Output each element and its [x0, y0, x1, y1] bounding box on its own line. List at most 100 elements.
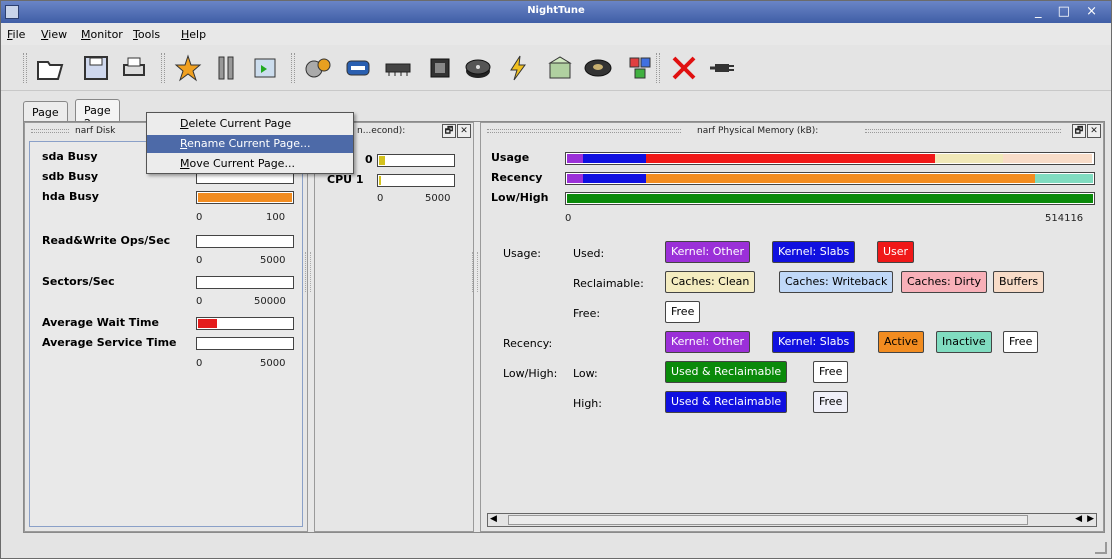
scroll-left-icon[interactable]: ◀ — [1075, 514, 1082, 524]
memory-pane-buttons: 🗗 ✕ — [1071, 124, 1101, 138]
window-title: NightTune — [527, 5, 585, 16]
cpu-pane-buttons: 🗗 ✕ — [441, 124, 471, 138]
cpu-pane: n...econd): 🗗 ✕ 0 CPU 1 0 5000 — [314, 122, 474, 532]
cpu-label: CPU 1 — [327, 173, 364, 186]
menu-tools[interactable]: Tools — [133, 28, 160, 41]
cpu-pane-title: n...econd): — [357, 126, 406, 136]
cpu-pane-body: 0 CPU 1 0 5000 — [315, 141, 473, 531]
memory-pane: narf Physical Memory (kB): 🗗 ✕ Usage Recen… — [480, 122, 1104, 532]
menu-item-move-page[interactable]: Move Current Page... — [147, 155, 353, 173]
splitter-handle[interactable] — [472, 252, 478, 292]
menu-item-delete-page[interactable]: Delete Current Page — [147, 115, 353, 133]
legend-low-label: Low: — [573, 367, 598, 380]
memory-segment — [583, 154, 646, 163]
menu-view[interactable]: View — [41, 28, 67, 41]
page-content: narf Disk sda Busy sdb Busy hda Busy 0 100 Re… — [23, 121, 1105, 533]
open-folder-icon[interactable] — [35, 53, 65, 83]
processor-icon[interactable] — [425, 53, 455, 83]
network-icon[interactable] — [343, 53, 373, 83]
cpu-bar — [377, 154, 455, 167]
scroll-right-icon[interactable]: ▶ — [1087, 514, 1094, 524]
menu-file[interactable]: File — [7, 28, 25, 41]
window-controls[interactable]: _ □ × — [1035, 4, 1103, 19]
toolbar-grip[interactable] — [23, 53, 27, 83]
memory-recency-bar — [565, 172, 1095, 185]
axis-max: 50000 — [254, 296, 286, 307]
legend-chip: Kernel: Other — [665, 331, 750, 353]
axis-min: 0 — [196, 296, 203, 307]
menu-bar: File View Monitor Tools Help — [1, 23, 1111, 45]
memory-pane-body: Usage Recency Low/High 0 514116 Usage: Used: Ke… — [481, 141, 1103, 531]
lightning-icon[interactable] — [503, 53, 533, 83]
cpu-bar-fill — [379, 176, 381, 185]
drag-grip[interactable] — [31, 129, 69, 133]
legend-chip: Caches: Clean — [665, 271, 756, 293]
horizontal-scrollbar[interactable]: ◀ ◀ ▶ — [487, 513, 1097, 527]
sectors-bar — [196, 276, 294, 289]
menu-help[interactable]: Help — [181, 28, 206, 41]
resize-grip-icon[interactable] — [1095, 542, 1107, 554]
service-bar — [196, 337, 294, 350]
cpu-bar — [377, 174, 455, 187]
memory-segment — [1035, 174, 1093, 183]
memory-row-label: Low/High — [491, 191, 549, 204]
legend-chip: Free — [665, 301, 701, 323]
axis-min: 0 — [565, 213, 572, 224]
axis-max: 100 — [266, 212, 286, 223]
scrollbar-thumb[interactable] — [508, 515, 1028, 525]
restore-pane-icon[interactable]: 🗗 — [442, 124, 456, 138]
legend-high-label: High: — [573, 397, 602, 410]
scroll-left-icon[interactable]: ◀ — [490, 514, 497, 524]
memory-chip-icon[interactable] — [383, 53, 413, 83]
settings-star-icon[interactable] — [173, 53, 203, 83]
recycle-icon[interactable] — [625, 53, 655, 83]
memory-pane-header: narf Physical Memory (kB): 🗗 ✕ — [481, 123, 1103, 141]
splitter-handle[interactable] — [305, 252, 311, 292]
close-x-icon[interactable] — [669, 53, 699, 83]
memory-segment — [1003, 154, 1092, 163]
restore-pane-icon[interactable]: 🗗 — [1072, 124, 1086, 138]
disk-busy-label: sdb Busy — [42, 170, 99, 183]
drag-grip[interactable] — [487, 129, 681, 133]
close-pane-icon[interactable]: ✕ — [457, 124, 471, 138]
axis-min: 0 — [196, 255, 203, 266]
legend-chip: Kernel: Other — [665, 241, 750, 263]
print-icon[interactable] — [119, 53, 149, 83]
wait-bar-fill — [198, 319, 217, 328]
legend-usage-label: Usage: — [503, 247, 541, 260]
sectors-label: Sectors/Sec — [42, 275, 115, 288]
disk-icon[interactable] — [463, 53, 493, 83]
toolbar-grip[interactable] — [656, 53, 660, 83]
axis-max: 5000 — [260, 255, 286, 266]
plug-icon[interactable] — [707, 53, 737, 83]
service-label: Average Service Time — [42, 336, 177, 349]
legend-chip: Used & Reclaimable — [665, 361, 788, 383]
legend-chip: Free — [813, 391, 849, 413]
axis-min: 0 — [377, 193, 384, 204]
disk-busy-bar — [196, 191, 294, 204]
drag-grip[interactable] — [865, 129, 1061, 133]
axis-max: 514116 — [1045, 213, 1084, 224]
legend-chip: Caches: Writeback — [779, 271, 894, 293]
title-bar[interactable]: NightTune _ □ × — [1, 1, 1111, 23]
package-icon[interactable] — [545, 53, 575, 83]
tab-page-2[interactable]: Page 2 — [75, 99, 120, 130]
cpu-gears-icon[interactable] — [303, 53, 333, 83]
toolbar-grip[interactable] — [161, 53, 165, 83]
memory-usage-bar — [565, 152, 1095, 165]
menu-monitor[interactable]: Monitor — [81, 28, 123, 41]
legend-chip: Kernel: Slabs — [772, 241, 856, 263]
legend-chip: Buffers — [993, 271, 1045, 293]
memory-segment — [935, 154, 1003, 163]
save-icon[interactable] — [81, 53, 111, 83]
legend-chip: Kernel: Slabs — [772, 331, 856, 353]
pause-icon[interactable] — [211, 53, 241, 83]
menu-item-rename-page[interactable]: Rename Current Page... — [147, 135, 353, 153]
tab-page-1[interactable]: Page 1 — [23, 101, 68, 132]
legend-chip: Free — [813, 361, 849, 383]
toolbar-grip[interactable] — [291, 53, 295, 83]
close-pane-icon[interactable]: ✕ — [1087, 124, 1101, 138]
hard-drive-icon[interactable] — [583, 53, 613, 83]
refresh-icon[interactable] — [251, 53, 281, 83]
ops-bar — [196, 235, 294, 248]
